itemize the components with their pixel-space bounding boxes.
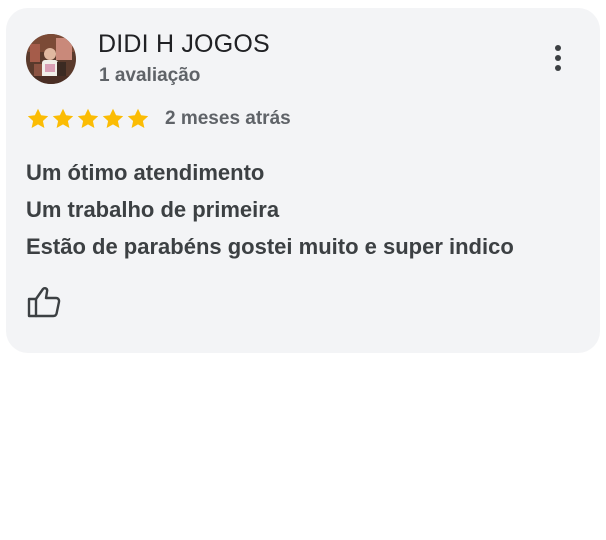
avatar[interactable] bbox=[26, 34, 76, 84]
star-icon bbox=[52, 108, 74, 128]
star-icon bbox=[102, 108, 124, 128]
reviewer-name[interactable]: DIDI H JOGOS bbox=[98, 30, 270, 59]
like-button[interactable] bbox=[26, 285, 62, 319]
more-options-button[interactable] bbox=[542, 38, 574, 78]
star-icon bbox=[27, 108, 49, 128]
star-rating bbox=[26, 107, 151, 131]
reviewer-review-count: 1 avaliação bbox=[99, 65, 201, 86]
star-icon bbox=[77, 108, 99, 128]
review-date: 2 meses atrás bbox=[165, 108, 291, 129]
review-text: Um ótimo atendimento Um trabalho de prime… bbox=[26, 154, 591, 265]
review-text-line: Estão de parabéns gostei muito e super i… bbox=[26, 234, 514, 259]
more-vertical-icon bbox=[555, 45, 561, 51]
more-vertical-icon-dot bbox=[555, 55, 561, 61]
thumbs-up-icon bbox=[27, 287, 61, 318]
review-card: DIDI H JOGOS 1 avaliação 2 meses atrás U… bbox=[6, 8, 600, 353]
review-text-line: Um ótimo atendimento bbox=[26, 160, 265, 185]
rating-row: 2 meses atrás bbox=[26, 106, 291, 132]
star-icon bbox=[127, 108, 149, 128]
more-vertical-icon-dot bbox=[555, 65, 561, 71]
review-text-line: Um trabalho de primeira bbox=[26, 197, 280, 222]
